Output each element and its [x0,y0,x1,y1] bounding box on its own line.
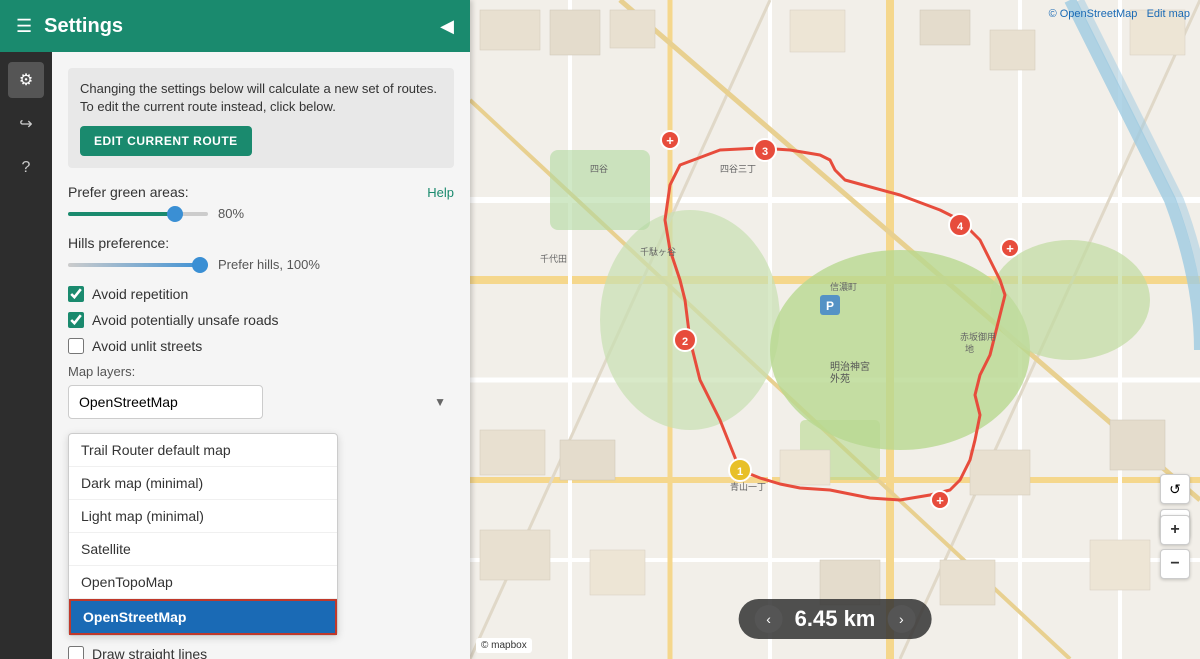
prefer-green-slider[interactable] [68,212,208,216]
map-zoom-controls: + − [1160,515,1190,579]
dropdown-item-trail-router[interactable]: Trail Router default map [69,434,337,467]
avoid-repetition-row: Avoid repetition [68,286,454,302]
map-svg: 1 2 3 4 + + + 千駄ヶ谷 信濃町 明治神宮 外苑 赤坂御用 地 [470,0,1200,659]
dropdown-item-dark[interactable]: Dark map (minimal) [69,467,337,500]
dropdown-item-satellite[interactable]: Satellite [69,533,337,566]
info-box-text: Changing the settings below will calcula… [80,81,437,114]
hills-slider[interactable] [68,263,208,267]
map-layers-select[interactable]: Trail Router default map Dark map (minim… [68,385,263,419]
avoid-unlit-row: Avoid unlit streets [68,338,454,354]
svg-text:4: 4 [957,221,964,233]
sidebar-header-left: ☰ Settings [16,15,123,38]
sidebar-title: Settings [44,15,123,38]
svg-text:+: + [666,133,674,148]
hills-label: Hills preference: [68,235,454,251]
select-arrow-icon: ▼ [434,395,446,409]
map-layers-label: Map layers: [68,364,454,379]
draw-straight-row: Draw straight lines [68,646,454,659]
edit-map-link[interactable]: Edit map [1147,8,1190,20]
settings-content: Changing the settings below will calcula… [52,52,470,659]
avoid-unlit-checkbox[interactable] [68,338,84,354]
draw-straight-label: Draw straight lines [92,646,207,659]
svg-text:P: P [826,299,834,313]
zoom-in-button[interactable]: + [1160,515,1190,545]
svg-text:2: 2 [682,336,688,348]
svg-text:+: + [1006,241,1014,256]
dropdown-item-opentopomap[interactable]: OpenTopoMap [69,566,337,599]
sidebar-header: ☰ Settings ◀ [0,0,470,52]
svg-text:青山一丁: 青山一丁 [730,481,766,492]
prev-route-button[interactable]: ‹ [755,605,783,633]
svg-text:四谷三丁: 四谷三丁 [720,164,756,174]
svg-text:+: + [936,493,944,508]
info-box: Changing the settings below will calcula… [68,68,454,168]
icon-strip: ⚙ ↪ ? [0,52,52,659]
avoid-repetition-checkbox[interactable] [68,286,84,302]
prefer-green-setting: Prefer green areas: Help 80% [68,184,454,221]
svg-text:明治神宮: 明治神宮 [830,360,870,373]
svg-text:1: 1 [737,466,743,478]
route-nav-icon[interactable]: ↪ [8,106,44,142]
avoid-unlit-label: Avoid unlit streets [92,338,202,354]
distance-value: 6.45 km [795,606,876,632]
map-layers-select-container: Trail Router default map Dark map (minim… [68,385,454,419]
draw-straight-checkbox[interactable] [68,646,84,659]
svg-text:外苑: 外苑 [830,372,850,385]
hamburger-icon[interactable]: ☰ [16,16,32,37]
svg-text:四谷: 四谷 [590,164,608,174]
prefer-green-label-row: Prefer green areas: Help [68,184,454,200]
dropdown-item-openstreetmap[interactable]: OpenStreetMap [69,599,337,635]
svg-text:信濃町: 信濃町 [830,281,857,292]
distance-bar: ‹ 6.45 km › [739,599,932,639]
next-route-button[interactable]: › [887,605,915,633]
help-nav-icon[interactable]: ? [8,150,44,186]
help-link[interactable]: Help [427,185,454,200]
svg-text:赤坂御用: 赤坂御用 [960,331,996,342]
map-tile: 1 2 3 4 + + + 千駄ヶ谷 信濃町 明治神宮 外苑 赤坂御用 地 [470,0,1200,659]
avoid-unsafe-checkbox[interactable] [68,312,84,328]
prefer-green-slider-container: 80% [68,206,454,221]
settings-nav-icon[interactable]: ⚙ [8,62,44,98]
map-area[interactable]: 1 2 3 4 + + + 千駄ヶ谷 信濃町 明治神宮 外苑 赤坂御用 地 [470,0,1200,659]
sidebar-collapse-button[interactable]: ◀ [440,16,454,37]
prefer-green-value: 80% [218,206,278,221]
mapbox-logo: © mapbox [476,638,532,653]
prefer-green-label: Prefer green areas: [68,184,189,200]
avoid-unsafe-label: Avoid potentially unsafe roads [92,312,279,328]
svg-text:千駄ヶ谷: 千駄ヶ谷 [640,246,676,257]
zoom-out-button[interactable]: − [1160,549,1190,579]
map-attribution: © OpenStreetMap Edit map [1049,8,1190,20]
hills-value: Prefer hills, 100% [218,257,320,272]
hills-slider-container: Prefer hills, 100% [68,257,454,272]
map-layers-setting: Map layers: Trail Router default map Dar… [68,364,454,419]
edit-current-route-button[interactable]: EDIT CURRENT ROUTE [80,126,252,156]
map-layers-dropdown: Trail Router default map Dark map (minim… [68,433,338,636]
svg-text:3: 3 [762,146,768,158]
hills-preference-setting: Hills preference: Prefer hills, 100% [68,235,454,272]
svg-text:地: 地 [965,343,974,354]
dropdown-item-light[interactable]: Light map (minimal) [69,500,337,533]
settings-sidebar: ☰ Settings ◀ ⚙ ↪ ? Changing the settings… [0,0,470,659]
avoid-unsafe-row: Avoid potentially unsafe roads [68,312,454,328]
recenter-button[interactable]: ↺ [1160,474,1190,504]
svg-text:千代田: 千代田 [540,254,567,264]
openstreetmap-link[interactable]: © OpenStreetMap [1049,8,1138,20]
avoid-repetition-label: Avoid repetition [92,286,188,302]
